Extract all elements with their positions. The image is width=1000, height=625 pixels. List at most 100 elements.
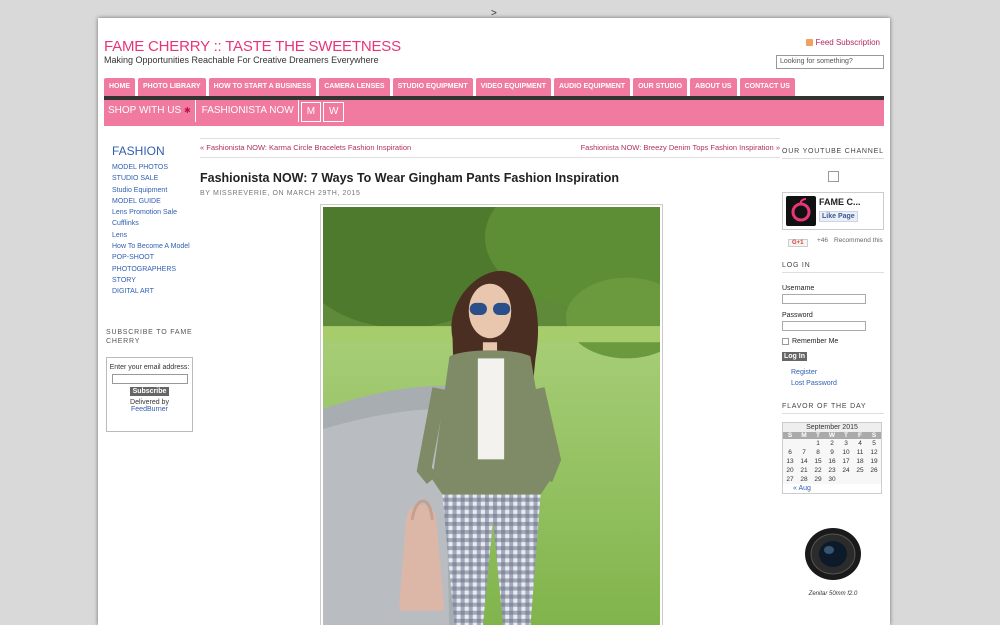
facebook-like-button[interactable]: Like Page bbox=[819, 211, 858, 222]
nav-contact-us[interactable]: CONTACT US bbox=[739, 78, 795, 96]
calendar-day: 15 bbox=[811, 457, 825, 466]
nav-audio-equipment[interactable]: AUDIO EQUIPMENT bbox=[553, 78, 631, 96]
calendar-grid: S M T W T F S 1 2 3 4 5 6 7 8 9 10 11 12… bbox=[783, 432, 881, 484]
username-field[interactable] bbox=[782, 294, 866, 304]
google-plus-button[interactable]: G+1 bbox=[788, 239, 808, 247]
calendar-day: 24 bbox=[839, 466, 853, 475]
shop-label: SHOP WITH US bbox=[108, 105, 182, 116]
calendar-day: 23 bbox=[825, 466, 839, 475]
flavor-heading: FLAVOR OF THE DAY bbox=[782, 403, 884, 414]
sidebar-link[interactable]: How To Become A Model bbox=[112, 241, 204, 252]
post-navigation: « Fashionista NOW: Karma Circle Bracelet… bbox=[200, 138, 780, 158]
subscribe-button[interactable]: Subscribe bbox=[129, 387, 170, 396]
rss-icon bbox=[805, 39, 813, 46]
post-title[interactable]: Fashionista NOW: 7 Ways To Wear Gingham … bbox=[200, 171, 619, 185]
sidebar-link[interactable]: STORY bbox=[112, 275, 204, 286]
nav-shop-with-us[interactable]: SHOP WITH US ✱ bbox=[104, 100, 196, 122]
account-links: Register Lost Password bbox=[791, 368, 884, 389]
post-meta: BY MISSREVERIE, ON MARCH 29TH, 2015 bbox=[200, 190, 361, 197]
calendar-day-header: M bbox=[797, 432, 811, 439]
search-input[interactable]: Looking for something? bbox=[776, 55, 884, 69]
calendar-day: 10 bbox=[839, 448, 853, 457]
nav-video-equipment[interactable]: VIDEO EQUIPMENT bbox=[475, 78, 551, 96]
youtube-heading: OUR YOUTUBE CHANNEL bbox=[782, 148, 884, 159]
nav-how-to-start-business[interactable]: HOW TO START A BUSINESS bbox=[208, 78, 317, 96]
calendar-day bbox=[867, 475, 881, 484]
nav-photo-library[interactable]: PHOTO LIBRARY bbox=[138, 78, 206, 96]
subscribe-box: Enter your email address: Subscribe Deli… bbox=[106, 357, 193, 432]
prev-post-link[interactable]: « Fashionista NOW: Karma Circle Bracelet… bbox=[200, 143, 411, 152]
calendar-day-header: T bbox=[811, 432, 825, 439]
sidebar-link[interactable]: PHOTOGRAPHERS bbox=[112, 264, 204, 275]
remember-me-label: Remember Me bbox=[792, 338, 839, 345]
sidebar-link[interactable]: Studio Equipment bbox=[112, 185, 204, 196]
calendar-prev-month-link[interactable]: « Aug bbox=[783, 484, 881, 493]
calendar: September 2015 S M T W T F S 1 2 3 4 5 6… bbox=[782, 422, 882, 494]
password-field[interactable] bbox=[782, 321, 866, 331]
facebook-page-logo[interactable] bbox=[786, 196, 816, 226]
remember-me-row: Remember Me bbox=[782, 338, 884, 345]
sidebar-link[interactable]: DIGITAL ART bbox=[112, 286, 204, 297]
calendar-day bbox=[839, 475, 853, 484]
login-button[interactable]: Log In bbox=[782, 352, 807, 361]
calendar-day-header: T bbox=[839, 432, 853, 439]
fashion-photo-image bbox=[292, 166, 708, 625]
next-post-link[interactable]: Fashionista NOW: Breezy Denim Tops Fashi… bbox=[581, 143, 780, 152]
page: FAME CHERRY :: TASTE THE SWEETNESS Makin… bbox=[98, 18, 890, 625]
calendar-day: 16 bbox=[825, 457, 839, 466]
star-icon: ✱ bbox=[183, 106, 191, 115]
calendar-day: 13 bbox=[783, 457, 797, 466]
feed-subscription-link[interactable]: Feed Subscription bbox=[805, 38, 880, 47]
google-plus-widget: G+1 +46 Recommend this bbox=[782, 237, 884, 251]
nav-our-studio[interactable]: OUR STUDIO bbox=[633, 78, 688, 96]
facebook-widget: FAME C... Like Page bbox=[782, 192, 884, 230]
calendar-day: 11 bbox=[853, 448, 867, 457]
google-plus-count: +46 bbox=[817, 237, 829, 244]
register-link[interactable]: Register bbox=[791, 368, 884, 379]
google-plus-recommend: Recommend this bbox=[834, 237, 883, 244]
sidebar-link[interactable]: MODEL PHOTOS bbox=[112, 162, 204, 173]
right-sidebar: OUR YOUTUBE CHANNEL FAME C... Like Page … bbox=[782, 148, 884, 597]
main-content: « Fashionista NOW: Karma Circle Bracelet… bbox=[200, 138, 780, 625]
sidebar-link[interactable]: Lens Promotion Sale bbox=[112, 207, 204, 218]
calendar-day-header: S bbox=[867, 432, 881, 439]
lens-caption: Zenitar 50mm f2.0 bbox=[808, 591, 858, 597]
site-title[interactable]: FAME CHERRY :: TASTE THE SWEETNESS bbox=[104, 38, 401, 55]
sidebar-link[interactable]: POP-SHOOT bbox=[112, 252, 204, 263]
remember-me-checkbox[interactable] bbox=[782, 338, 789, 345]
nav-studio-equipment[interactable]: STUDIO EQUIPMENT bbox=[392, 78, 473, 96]
site-tagline: Making Opportunities Reachable For Creat… bbox=[104, 55, 379, 65]
calendar-day: 20 bbox=[783, 466, 797, 475]
post-photo[interactable] bbox=[292, 166, 708, 625]
nav-home[interactable]: HOME bbox=[104, 78, 135, 96]
calendar-day: 19 bbox=[867, 457, 881, 466]
feed-label: Feed Subscription bbox=[815, 38, 880, 47]
sidebar-link[interactable]: Cufflinks bbox=[112, 218, 204, 229]
calendar-day bbox=[783, 439, 797, 448]
lens-promo[interactable]: Zenitar 50mm f2.0 bbox=[782, 524, 884, 597]
sidebar-link[interactable]: MODEL GUIDE bbox=[112, 196, 204, 207]
feedburner-link[interactable]: FeedBurner bbox=[107, 406, 192, 413]
sidebar-link[interactable]: STUDIO SALE bbox=[112, 173, 204, 184]
delivered-by-label: Delivered by bbox=[130, 399, 169, 406]
nav-m[interactable]: M bbox=[300, 102, 322, 122]
youtube-broken-image-icon[interactable] bbox=[827, 171, 839, 182]
calendar-day bbox=[853, 475, 867, 484]
category-title[interactable]: FASHION bbox=[112, 144, 204, 158]
email-field[interactable] bbox=[111, 374, 188, 384]
calendar-day: 30 bbox=[825, 475, 839, 484]
nav-fashionista-now[interactable]: FASHIONISTA NOW bbox=[197, 100, 299, 122]
sidebar-link[interactable]: Lens bbox=[112, 230, 204, 241]
nav-w[interactable]: W bbox=[323, 102, 345, 122]
facebook-page-name[interactable]: FAME C... bbox=[819, 197, 861, 207]
calendar-day: 6 bbox=[783, 448, 797, 457]
calendar-day: 1 bbox=[811, 439, 825, 448]
calendar-day: 29 bbox=[811, 475, 825, 484]
calendar-day bbox=[797, 439, 811, 448]
calendar-day: 12 bbox=[867, 448, 881, 457]
calendar-day: 18 bbox=[853, 457, 867, 466]
nav-about-us[interactable]: ABOUT US bbox=[690, 78, 737, 96]
nav-camera-lenses[interactable]: CAMERA LENSES bbox=[319, 78, 390, 96]
lost-password-link[interactable]: Lost Password bbox=[791, 379, 884, 390]
calendar-day: 28 bbox=[797, 475, 811, 484]
